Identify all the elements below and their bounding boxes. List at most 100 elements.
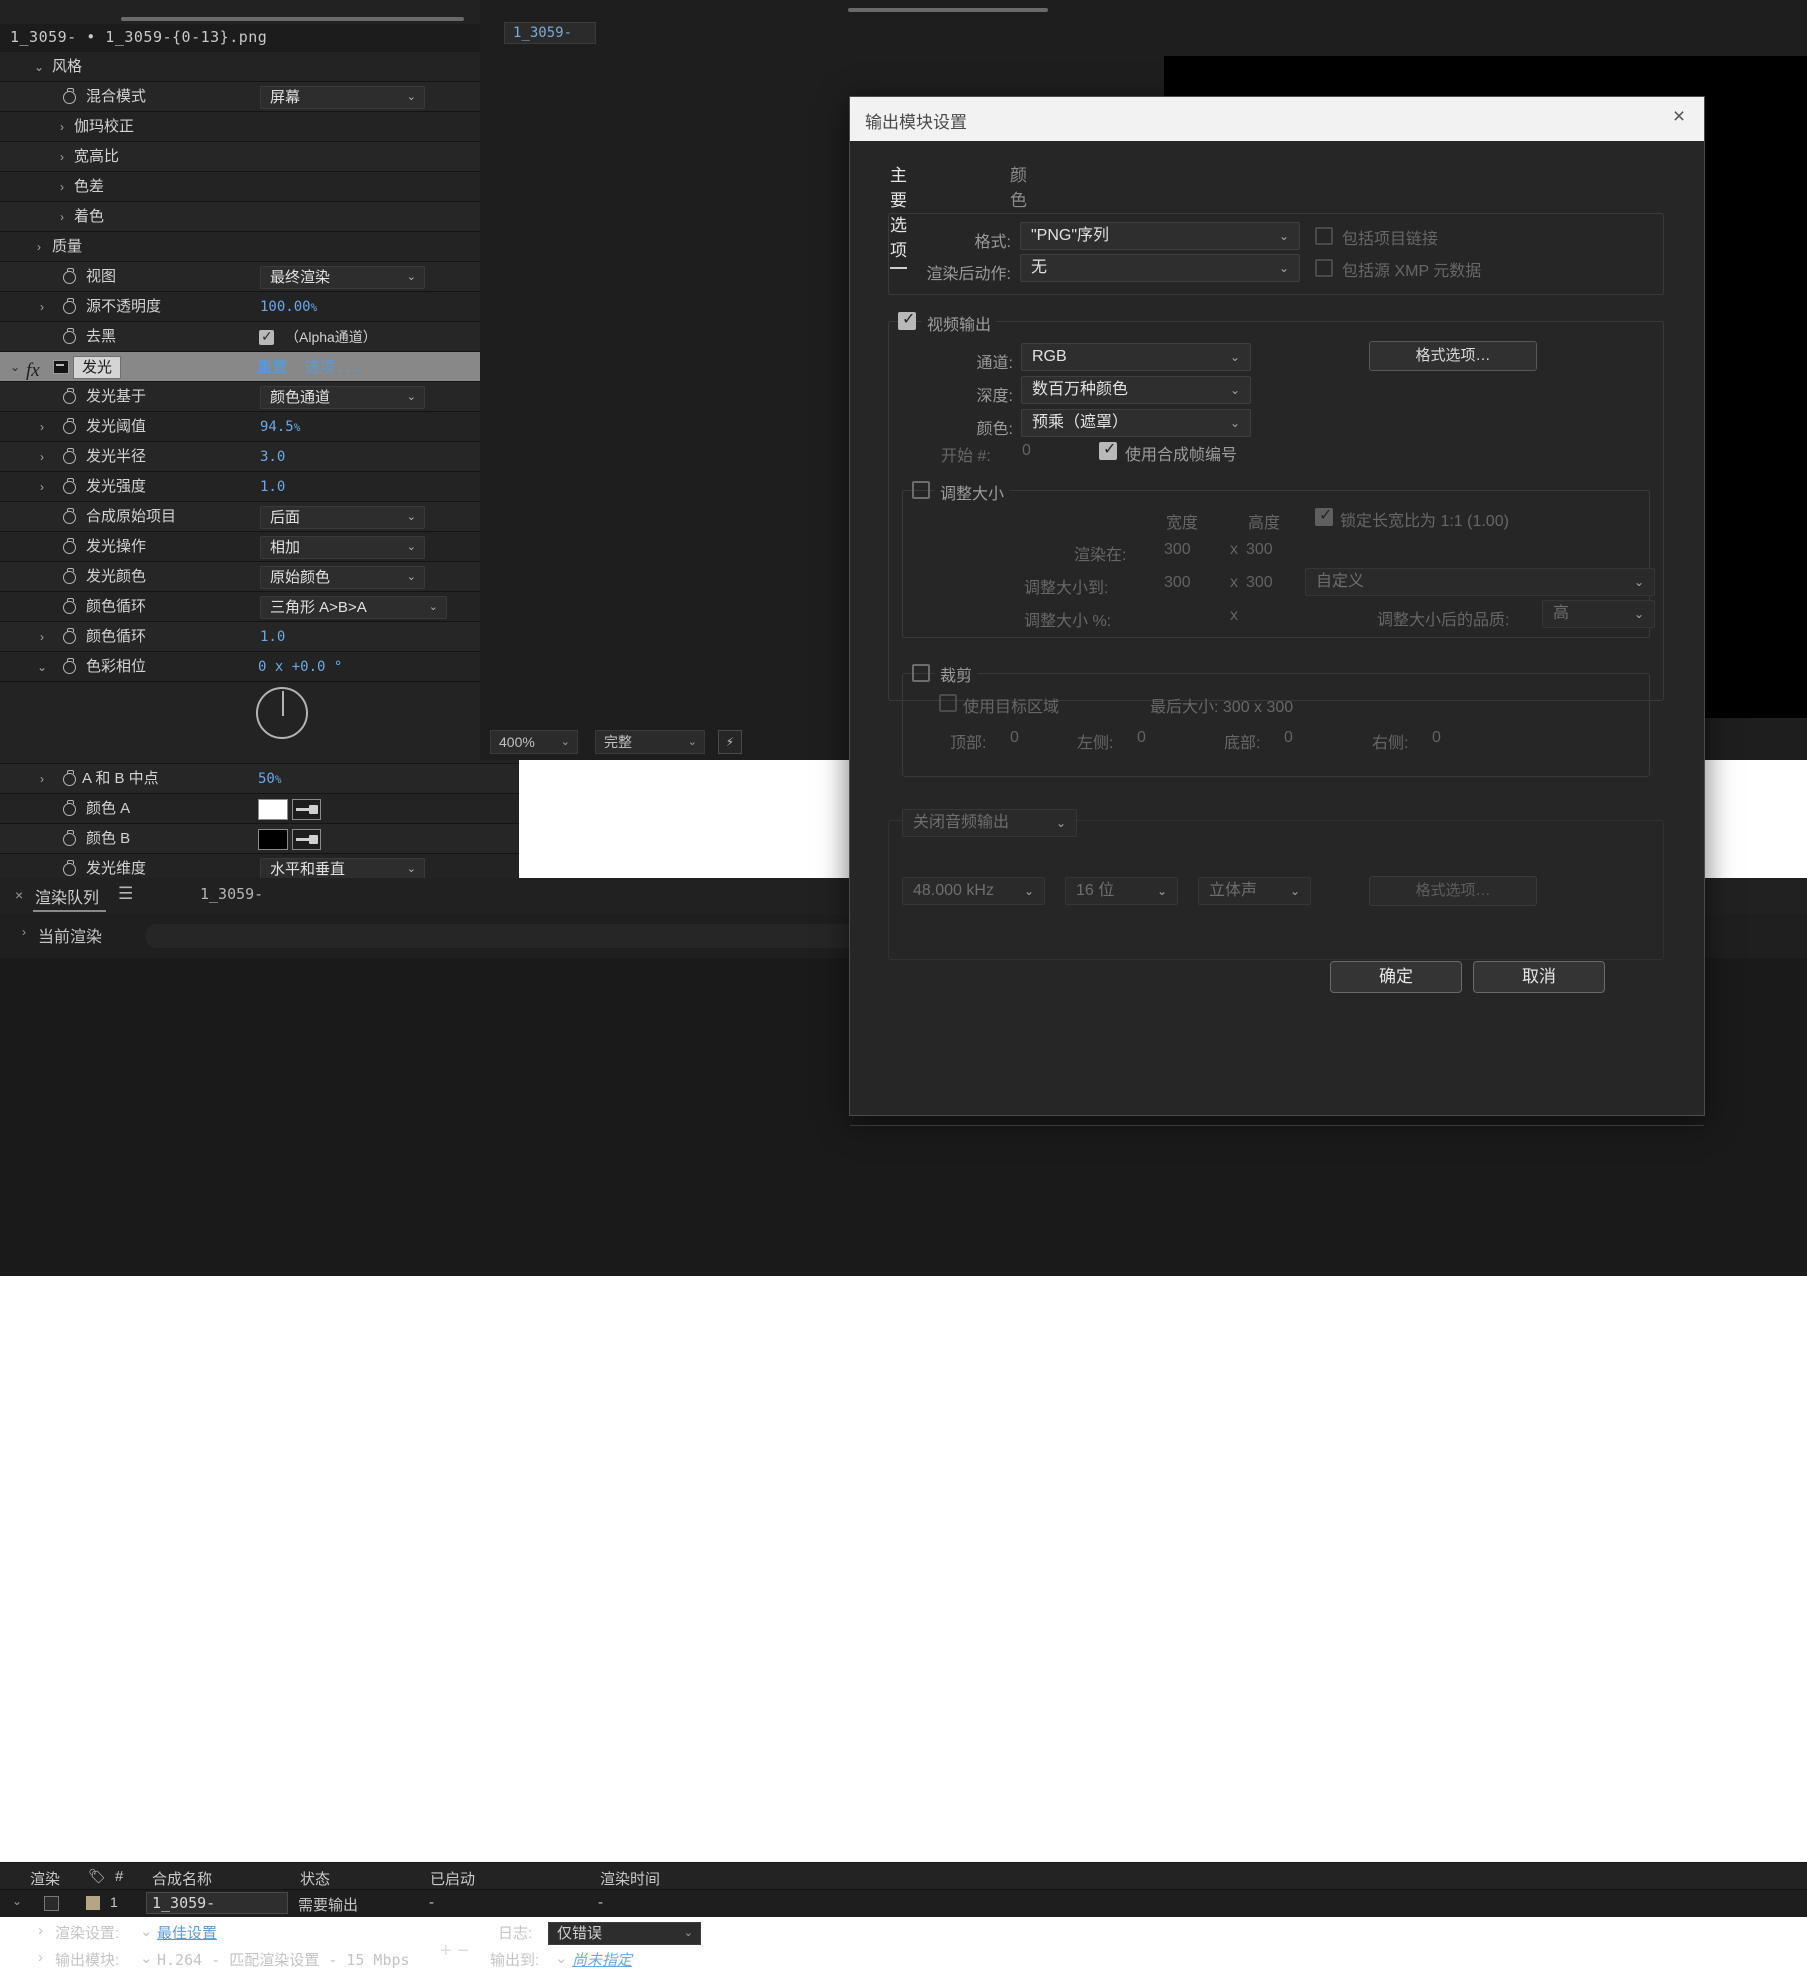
crop-top-value[interactable]: 0 — [1010, 729, 1019, 747]
format-options-button[interactable]: 格式选项… — [1369, 341, 1537, 371]
property-value[interactable]: 94.5% — [260, 412, 300, 443]
composition-tab-2[interactable]: 1_3059- — [200, 885, 263, 903]
stopwatch-icon[interactable] — [63, 598, 76, 614]
format-dropdown[interactable]: "PNG"序列 ⌄ — [1020, 222, 1300, 250]
cancel-button[interactable]: 取消 — [1473, 961, 1605, 993]
output-module-value[interactable]: H.264 - 匹配渲染设置 - 15 Mbps — [157, 1949, 410, 1970]
property-row-view[interactable]: 视图 最终渲染 ⌄ — [0, 262, 519, 292]
crop-checkbox[interactable] — [912, 664, 930, 682]
stopwatch-icon[interactable] — [63, 268, 76, 284]
stopwatch-icon[interactable] — [63, 568, 76, 584]
render-checkbox[interactable] — [44, 1896, 59, 1911]
eyedropper-icon[interactable] — [292, 799, 321, 820]
stopwatch-icon[interactable] — [63, 538, 76, 554]
use-region-of-interest-checkbox[interactable] — [939, 694, 957, 712]
property-value[interactable]: 100.00% — [260, 292, 317, 323]
composition-tab[interactable]: 1_3059- — [504, 22, 596, 44]
property-value[interactable]: 0 x +0.0 ° — [258, 652, 342, 682]
property-row-color-loops[interactable]: › 颜色循环 1.0 — [0, 622, 519, 652]
chevron-right-icon[interactable]: › — [38, 1922, 43, 1939]
crop-right-value[interactable]: 0 — [1432, 729, 1441, 747]
chevron-right-icon[interactable]: › — [55, 202, 69, 232]
include-project-link-checkbox[interactable] — [1315, 227, 1333, 245]
property-row-glow-radius[interactable]: › 发光半径 3.0 — [0, 442, 519, 472]
chevron-right-icon[interactable]: › — [35, 764, 49, 794]
resize-checkbox[interactable] — [912, 481, 930, 499]
crop-left-value[interactable]: 0 — [1137, 729, 1146, 747]
viewer-scrollbar[interactable] — [848, 8, 1048, 12]
eyedropper-icon[interactable] — [292, 829, 321, 850]
lock-aspect-ratio-checkbox[interactable] — [1315, 505, 1333, 527]
color-dropdown[interactable]: 预乘（遮罩） ⌄ — [1021, 409, 1251, 437]
post-render-dropdown[interactable]: 无 ⌄ — [1020, 254, 1300, 282]
property-value[interactable]: 1.0 — [260, 472, 285, 502]
stopwatch-icon[interactable] — [63, 88, 76, 104]
audio-format-options-button[interactable]: 格式选项… — [1369, 876, 1537, 906]
chevron-right-icon[interactable]: › — [55, 112, 69, 142]
sample-rate-dropdown[interactable]: 48.000 kHz ⌄ — [902, 877, 1045, 905]
property-row-group-style[interactable]: ⌄ 风格 — [0, 52, 519, 82]
property-row-glow-colors[interactable]: 发光颜色 原始颜色 ⌄ — [0, 562, 519, 592]
color-b-swatch[interactable] — [258, 829, 288, 850]
render-queue-row[interactable]: ⌄ 1 1_3059- 需要输出 - - — [0, 1890, 1807, 1917]
include-xmp-checkbox[interactable] — [1315, 259, 1333, 277]
stopwatch-icon[interactable] — [63, 860, 76, 876]
remove-black-checkbox[interactable] — [259, 326, 274, 346]
horizontal-scrollbar[interactable] — [121, 17, 464, 21]
chevron-down-icon[interactable]: ⌄ — [32, 52, 46, 82]
stopwatch-icon[interactable] — [63, 388, 76, 404]
panel-menu-icon[interactable]: ☰ — [118, 884, 133, 904]
channels-dropdown[interactable]: RGB ⌄ — [1021, 343, 1251, 371]
stopwatch-icon[interactable] — [63, 298, 76, 314]
composite-original-dropdown[interactable]: 后面 ⌄ — [260, 506, 425, 529]
property-row-glow-threshold[interactable]: › 发光阈值 94.5% — [0, 412, 519, 442]
stopwatch-icon[interactable] — [63, 418, 76, 434]
chevron-right-icon[interactable]: › — [35, 412, 49, 442]
chevron-right-icon[interactable]: › — [35, 292, 49, 322]
channel-mode-dropdown[interactable]: 立体声 ⌄ — [1198, 877, 1311, 905]
property-row-color-a[interactable]: 颜色 A — [0, 794, 519, 824]
chevron-right-icon[interactable]: › — [35, 472, 49, 502]
render-settings-value[interactable]: 最佳设置 — [157, 1922, 217, 1943]
options-link[interactable]: 选项... — [305, 352, 362, 382]
video-output-checkbox[interactable] — [898, 309, 916, 331]
stopwatch-icon[interactable] — [63, 508, 76, 524]
chevron-down-icon[interactable]: ⌄ — [555, 1949, 568, 1967]
chevron-down-icon[interactable]: ⌄ — [12, 1894, 22, 1908]
property-row-glow-based-on[interactable]: 发光基于 颜色通道 ⌄ — [0, 382, 519, 412]
chevron-right-icon[interactable]: › — [22, 925, 26, 939]
angle-dial[interactable] — [256, 687, 308, 739]
ok-button[interactable]: 确定 — [1330, 961, 1462, 993]
zoom-level-dropdown[interactable]: 400% ⌄ — [490, 730, 578, 754]
chevron-down-icon[interactable]: ⌄ — [140, 1949, 153, 1967]
use-comp-frame-number-checkbox[interactable] — [1099, 439, 1117, 461]
property-row-glow-operation[interactable]: 发光操作 相加 ⌄ — [0, 532, 519, 562]
audio-output-dropdown[interactable]: 关闭音频输出 ⌄ — [902, 809, 1077, 837]
effect-name[interactable]: 发光 — [73, 356, 122, 379]
resize-preset-dropdown[interactable]: 自定义 ⌄ — [1305, 568, 1655, 596]
stopwatch-icon[interactable] — [63, 800, 76, 816]
property-row-aspect[interactable]: › 宽高比 — [0, 142, 519, 172]
depth-dropdown[interactable]: 数百万种颜色 ⌄ — [1021, 376, 1251, 404]
comp-name-field[interactable]: 1_3059- — [146, 1892, 288, 1914]
property-value[interactable]: 1.0 — [260, 622, 285, 652]
stopwatch-icon[interactable] — [63, 770, 76, 786]
effect-header-glow[interactable]: ⌄ fx 发光 重置 选项... — [0, 352, 519, 382]
render-queue-tab[interactable]: 渲染队列 — [35, 884, 99, 908]
chevron-down-icon[interactable]: ⌄ — [35, 652, 49, 682]
property-row-tint[interactable]: › 着色 — [0, 202, 519, 232]
resize-quality-dropdown[interactable]: 高 ⌄ — [1542, 600, 1655, 628]
stopwatch-icon[interactable] — [63, 658, 76, 674]
chevron-down-icon[interactable]: ⌄ — [140, 1922, 153, 1940]
close-icon[interactable]: × — [15, 887, 23, 903]
add-remove-output-module-buttons[interactable]: + − — [440, 1940, 469, 1963]
property-row-color-phase[interactable]: ⌄ 色彩相位 0 x +0.0 ° — [0, 652, 519, 682]
chevron-right-icon[interactable]: › — [55, 142, 69, 172]
property-row-remove-black[interactable]: 去黑 （Alpha通道） — [0, 322, 519, 352]
close-icon[interactable]: × — [1666, 105, 1692, 131]
property-row-glow-intensity[interactable]: › 发光强度 1.0 — [0, 472, 519, 502]
property-row-gamma[interactable]: › 伽玛校正 — [0, 112, 519, 142]
property-row-color-b[interactable]: 颜色 B — [0, 824, 519, 854]
tab-color[interactable]: 颜色 — [1010, 161, 1027, 211]
resize-to-width[interactable]: 300 — [1164, 574, 1191, 592]
